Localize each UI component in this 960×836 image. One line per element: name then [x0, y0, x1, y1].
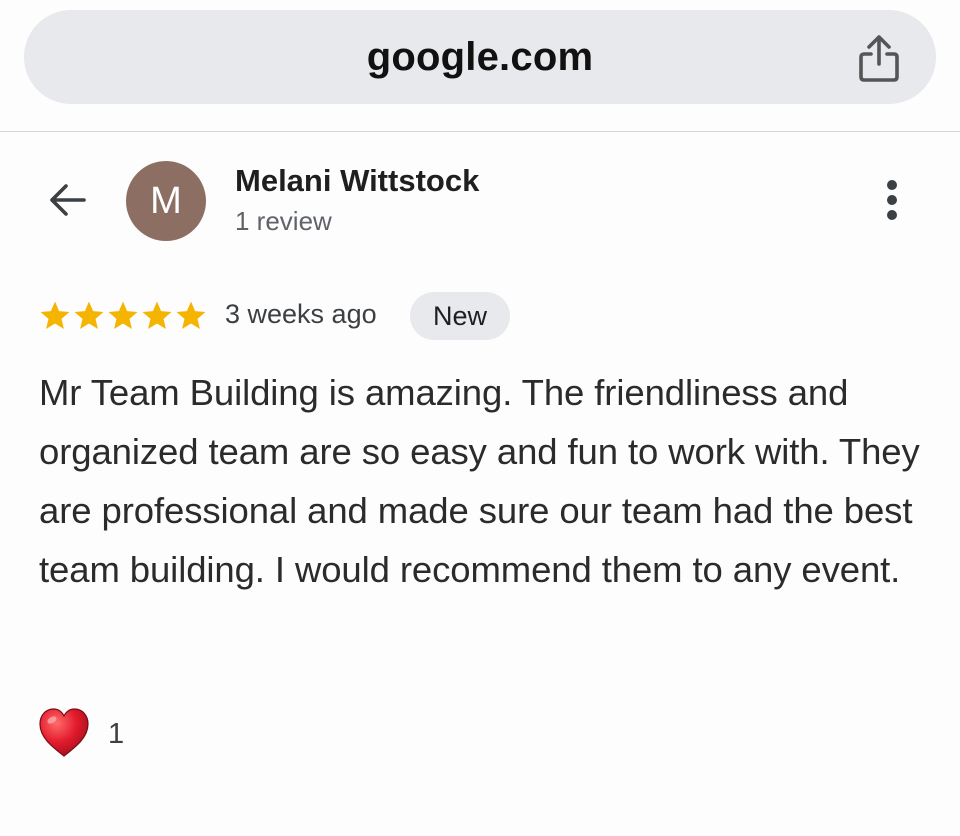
review-count: 1 review [235, 206, 332, 236]
star-icon [40, 301, 70, 330]
review-timestamp: 3 weeks ago [225, 299, 377, 329]
share-icon[interactable] [856, 34, 902, 84]
star-icon [142, 301, 172, 330]
more-vert-icon[interactable] [868, 176, 916, 224]
avatar[interactable]: M [126, 161, 206, 241]
back-arrow-icon[interactable] [44, 176, 92, 224]
review-text: Mr Team Building is amazing. The friendl… [39, 372, 920, 590]
review-page: google.com M Melani Wittstock 1 review 3… [0, 0, 960, 836]
reviewer-name[interactable]: Melani Wittstock [235, 163, 479, 199]
star-icon [176, 301, 206, 330]
red-heart-icon[interactable] [37, 706, 91, 760]
browser-toolbar: google.com [0, 0, 960, 132]
new-badge: New [410, 292, 510, 340]
heart-count: 1 [108, 718, 125, 750]
star-icon [74, 301, 104, 330]
url-text[interactable]: google.com [24, 10, 936, 104]
star-icon [108, 301, 138, 330]
address-bar[interactable]: google.com [24, 10, 936, 104]
star-rating [38, 299, 208, 333]
